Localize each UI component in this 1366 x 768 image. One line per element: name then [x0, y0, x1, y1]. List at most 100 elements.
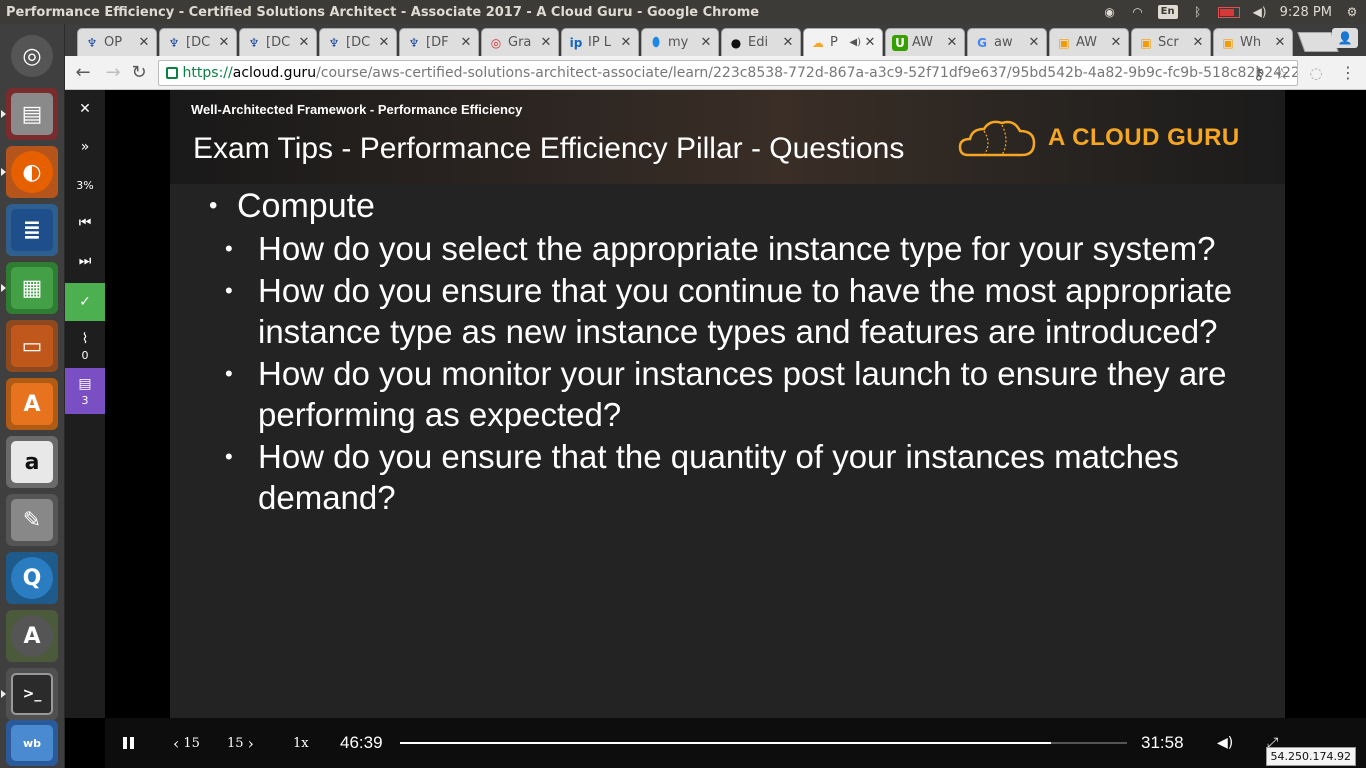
tab-close-icon[interactable]: ✕: [1192, 35, 1204, 50]
browser-tab[interactable]: G aw ✕: [967, 28, 1047, 56]
forward-15-button[interactable]: 15 ›: [227, 732, 254, 754]
volume-icon[interactable]: ◀): [1217, 732, 1233, 754]
aws-icon: ▣: [1222, 35, 1234, 50]
browser-tab[interactable]: ip IP L ✕: [561, 28, 639, 56]
rewind-15-button[interactable]: ‹ 15: [173, 732, 200, 754]
ubuntu-dash-button[interactable]: ◎: [6, 30, 58, 82]
atlassian-icon: ♆: [86, 35, 98, 50]
mark-complete-check-icon[interactable]: ✓: [65, 283, 105, 321]
tab-close-icon[interactable]: ✕: [378, 35, 390, 50]
section-heading: Compute: [205, 186, 1265, 226]
browser-tab[interactable]: ◎ Gra ✕: [481, 28, 559, 56]
question-item: How do you ensure that the quantity of y…: [205, 436, 1265, 519]
browser-tab[interactable]: ♆ [DC ✕: [159, 28, 237, 56]
volume-icon[interactable]: ◀): [1252, 5, 1268, 19]
spreadsheet-icon: ▦: [11, 267, 53, 309]
writer-launcher[interactable]: ≣: [6, 204, 58, 256]
software-center-launcher[interactable]: A: [6, 378, 58, 430]
attachments-button[interactable]: ⌇ 0: [65, 324, 105, 368]
browser-toolbar: ← → ↻ https://acloud.guru/course/aws-cer…: [65, 56, 1366, 90]
playback-speed-button[interactable]: 1x: [293, 732, 309, 754]
keyboard-layout-indicator[interactable]: En: [1157, 5, 1178, 19]
bluetooth-icon[interactable]: ᛒ: [1190, 5, 1206, 19]
calc-launcher[interactable]: ▦: [1, 262, 58, 314]
atlassian-icon: ♆: [248, 35, 260, 50]
elapsed-time: 46:39: [340, 733, 383, 752]
browser-tab[interactable]: ♆ [DC ✕: [239, 28, 317, 56]
comments-button[interactable]: ▤ 3: [65, 368, 105, 414]
update-icon: A: [11, 615, 53, 657]
key-icon[interactable]: ⚷: [1253, 64, 1265, 83]
grafana-icon: ◎: [490, 35, 502, 50]
firefox-icon: ◐: [11, 151, 53, 193]
ip-icon: ip: [569, 35, 583, 50]
tab-close-icon[interactable]: ✕: [700, 35, 712, 50]
browser-tab-strip: ♆ OP ✕ ♆ [DC ✕ ♆ [DC ✕ ♆ [DC ✕ ♆ [DF ✕ ◎ Gra ✕…: [65, 24, 1366, 56]
quassel-launcher[interactable]: Q: [6, 552, 58, 604]
tab-close-icon[interactable]: ✕: [298, 35, 310, 50]
tab-close-icon[interactable]: ✕: [460, 35, 472, 50]
slide-header: Well-Architected Framework - Performance…: [170, 90, 1285, 184]
tab-close-icon[interactable]: ✕: [782, 35, 794, 50]
shopping-bag-icon: A: [11, 383, 53, 425]
forward-arrow-icon[interactable]: →: [101, 62, 125, 84]
settings-gear-icon[interactable]: ⚙: [1344, 5, 1360, 19]
browser-tab[interactable]: ♆ [DF ✕: [399, 28, 479, 56]
page-content: ✕ » 3% ⏮ ⏭ ✓ ⌇ 0 ▤ 3 Well-Architected Fr…: [65, 90, 1366, 768]
tab-close-icon[interactable]: ✕: [620, 35, 632, 50]
pause-button[interactable]: [123, 732, 137, 754]
reload-icon[interactable]: ↻: [127, 62, 151, 84]
video-player[interactable]: Well-Architected Framework - Performance…: [105, 90, 1366, 718]
firefox-launcher[interactable]: ◐: [1, 146, 58, 198]
wifi-icon[interactable]: ◠: [1130, 5, 1146, 19]
browser-tab[interactable]: ● Edi ✕: [721, 28, 801, 56]
system-settings-launcher[interactable]: ✎: [6, 494, 58, 546]
expand-chevron-icon[interactable]: »: [65, 128, 105, 166]
progress-percent: 3%: [76, 178, 94, 192]
files-launcher[interactable]: ▤: [1, 88, 58, 140]
close-icon[interactable]: ✕: [65, 90, 105, 128]
browser-tab[interactable]: ♆ OP ✕: [77, 28, 157, 56]
workbench-launcher[interactable]: wb: [6, 720, 58, 766]
workbench-icon: wb: [11, 725, 53, 761]
tab-close-icon[interactable]: ✕: [218, 35, 230, 50]
clock[interactable]: 9:28 PM: [1280, 5, 1332, 20]
browser-tab[interactable]: ▣ Wh ✕: [1213, 28, 1293, 56]
terminal-launcher[interactable]: >_: [1, 668, 58, 720]
update-manager-launcher[interactable]: A: [6, 610, 58, 662]
next-lesson-icon[interactable]: ⏭: [65, 242, 105, 280]
browser-tab[interactable]: ▣ AW ✕: [1049, 28, 1129, 56]
network-indicator-icon[interactable]: ◉: [1102, 5, 1118, 19]
aws-icon: ▣: [1140, 35, 1152, 50]
extension-icon[interactable]: ◌: [1305, 62, 1327, 84]
browser-tab[interactable]: ▣ Scr ✕: [1131, 28, 1211, 56]
tab-close-icon[interactable]: ✕: [864, 35, 876, 50]
battery-icon[interactable]: [1217, 6, 1240, 18]
seek-bar[interactable]: [400, 742, 1127, 744]
system-tray: ◉ ◠ En ᛒ ◀) 9:28 PM ⚙: [1102, 0, 1360, 24]
amazon-launcher[interactable]: a: [6, 436, 58, 488]
question-item: How do you select the appropriate instan…: [205, 228, 1265, 270]
upwork-icon: U: [892, 34, 908, 51]
address-bar[interactable]: https://acloud.guru/course/aws-certified…: [158, 60, 1298, 86]
audio-playing-icon[interactable]: ◀): [849, 37, 861, 48]
browser-tab-active[interactable]: ☁ P ◀) ✕: [803, 28, 883, 56]
question-item: How do you monitor your instances post l…: [205, 353, 1265, 436]
bookmark-star-icon[interactable]: ☆: [1275, 64, 1289, 83]
profile-icon[interactable]: 👤: [1332, 28, 1358, 48]
chrome-menu-icon[interactable]: ⋮: [1337, 62, 1359, 84]
browser-tab[interactable]: U AW ✕: [885, 28, 965, 56]
browser-tab[interactable]: ⬮ my ✕: [641, 28, 719, 56]
tab-close-icon[interactable]: ✕: [1028, 35, 1040, 50]
browser-tab[interactable]: ♆ [DC ✕: [319, 28, 397, 56]
tab-close-icon[interactable]: ✕: [1110, 35, 1122, 50]
impress-launcher[interactable]: ▭: [6, 320, 58, 372]
tab-close-icon[interactable]: ✕: [138, 35, 150, 50]
tab-close-icon[interactable]: ✕: [946, 35, 958, 50]
previous-lesson-icon[interactable]: ⏮: [65, 204, 105, 242]
back-arrow-icon[interactable]: ←: [71, 62, 95, 84]
tab-close-icon[interactable]: ✕: [540, 35, 552, 50]
atlassian-icon: ♆: [408, 35, 420, 50]
secure-lock-icon[interactable]: [166, 67, 178, 79]
tab-close-icon[interactable]: ✕: [1274, 35, 1286, 50]
